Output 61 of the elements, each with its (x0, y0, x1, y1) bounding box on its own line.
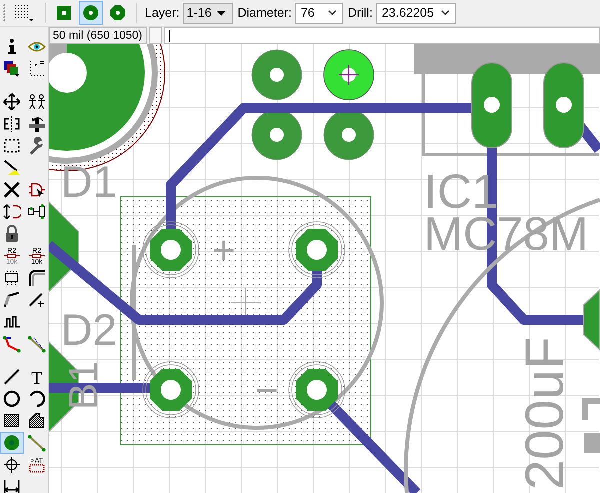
round-pad-icon (82, 4, 100, 22)
selection-rect-icon (2, 137, 20, 155)
miter-icon (28, 269, 46, 287)
coordinates-display: 50 mil (650 1050) (49, 27, 147, 44)
square-pad-icon (55, 4, 73, 22)
mirror-icon (2, 115, 20, 133)
silkscreen-mark (582, 398, 600, 453)
octagon-pad (142, 222, 200, 278)
grid-icon (28, 60, 46, 78)
route-tool-button[interactable] (0, 333, 24, 355)
polygon-icon (28, 412, 46, 430)
meander-icon (2, 313, 20, 331)
octagon-pad (288, 222, 346, 278)
layer-label: Layer: (145, 6, 180, 20)
drill-combo[interactable]: 23.62205 (376, 2, 456, 24)
delete-icon (2, 181, 20, 199)
line-plus-icon (28, 291, 46, 309)
via-icon (2, 434, 20, 452)
part-name-label: D1 (61, 158, 118, 207)
circle-icon (2, 390, 20, 408)
chevron-down-icon (328, 10, 337, 16)
layers-icon (2, 60, 20, 78)
arc-icon (28, 390, 46, 408)
split-icon (2, 291, 20, 309)
layer-select[interactable]: 1-16 (182, 2, 233, 24)
replace-icon (2, 203, 20, 221)
ripup-icon (28, 335, 46, 353)
chip-icon (2, 269, 20, 287)
plus-sign: + (212, 229, 236, 273)
rotate-icon (28, 115, 46, 133)
signal-icon (28, 434, 46, 452)
line-icon (2, 368, 20, 386)
part-name-label: B1 (62, 361, 106, 410)
minus-sign: − (255, 369, 279, 413)
pen-icon (2, 159, 20, 177)
via-shape-button[interactable] (79, 1, 103, 25)
octagon-pad (288, 362, 346, 418)
octagon-pad (142, 362, 200, 418)
rectangle-icon (2, 412, 20, 430)
move-icon (2, 93, 20, 111)
chevron-down-icon (440, 10, 450, 16)
diameter-combo[interactable]: 76 (294, 2, 343, 24)
diameter-label: Diameter: (238, 6, 292, 20)
people-icon (28, 93, 46, 111)
wrench-icon (28, 137, 46, 155)
via-tool-button[interactable] (0, 432, 24, 454)
part-name-label: D2 (61, 306, 118, 355)
swap-icon (28, 203, 46, 221)
gate-cursor-icon (28, 181, 46, 199)
dimension-icon (2, 478, 20, 493)
octagon-pad (584, 288, 600, 352)
selected-via-pad (324, 50, 374, 100)
via-pad (252, 50, 302, 100)
command-input-field[interactable] (164, 27, 600, 44)
status-box (149, 27, 162, 44)
drill-label: Drill: (348, 6, 373, 20)
route-icon (2, 335, 20, 353)
part-value-label: 200uF (515, 336, 575, 490)
crosshair-icon (2, 456, 20, 474)
dropdown-arrow-icon (216, 10, 226, 16)
octagon-pad-icon (109, 4, 127, 22)
